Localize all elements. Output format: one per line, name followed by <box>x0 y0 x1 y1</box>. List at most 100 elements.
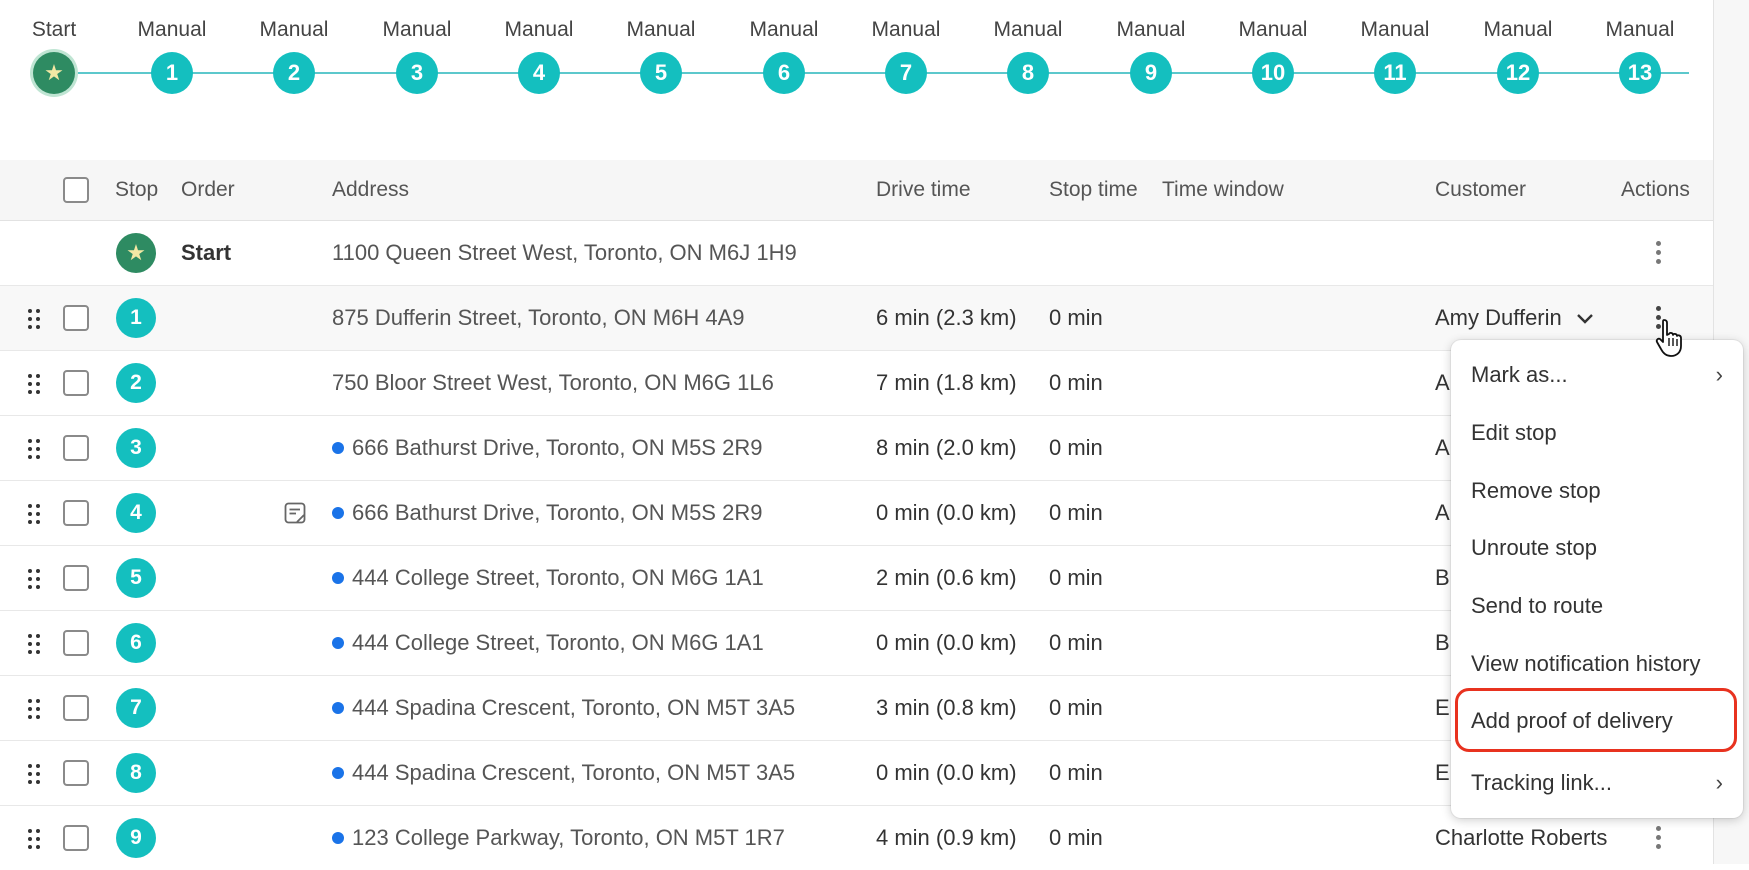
timeline-label: Manual <box>137 18 207 41</box>
note-icon[interactable] <box>284 502 306 524</box>
drag-handle-icon[interactable] <box>26 568 44 590</box>
timeline-node[interactable]: Manual 12 <box>1458 0 1578 110</box>
timeline-node[interactable]: Manual 8 <box>968 0 1088 110</box>
start-label: Start <box>181 240 232 265</box>
timeline-label: Manual <box>1360 18 1430 41</box>
table-row-start[interactable]: ★ Start 1100 Queen Street West, Toronto,… <box>0 221 1713 286</box>
customer-cell[interactable]: A <box>1435 416 1450 480</box>
row-checkbox[interactable] <box>63 825 89 851</box>
timeline-badge: 7 <box>885 52 927 94</box>
timeline-label: Manual <box>749 18 819 41</box>
timeline-node[interactable]: Manual 7 <box>846 0 966 110</box>
drag-handle-icon[interactable] <box>26 633 44 655</box>
address-text: 666 Bathurst Drive, Toronto, ON M5S 2R9 <box>352 435 763 460</box>
address-text: 666 Bathurst Drive, Toronto, ON M5S 2R9 <box>352 500 763 525</box>
column-header-stop-time[interactable]: Stop time <box>1049 160 1138 220</box>
route-timeline: Start ★ Manual 1 Manual 2 Manual 3 Manua… <box>0 0 1713 160</box>
menu-item-send-to-route[interactable]: Send to route <box>1451 581 1743 631</box>
drag-handle-icon[interactable] <box>26 503 44 525</box>
timeline-node[interactable]: Manual 6 <box>724 0 844 110</box>
timeline-badge: 8 <box>1007 52 1049 94</box>
address-status-dot-icon <box>332 572 344 584</box>
column-header-order[interactable]: Order <box>181 160 235 220</box>
column-header-address[interactable]: Address <box>332 160 409 220</box>
menu-item-add-proof-of-delivery[interactable]: Add proof of delivery <box>1451 696 1743 746</box>
menu-item-tracking-link[interactable]: Tracking link... › <box>1451 758 1743 808</box>
address-status-dot-icon <box>332 832 344 844</box>
address-cell: 444 College Street, Toronto, ON M6G 1A1 <box>332 611 764 675</box>
column-header-drive-time[interactable]: Drive time <box>876 160 971 220</box>
more-actions-icon[interactable] <box>1650 823 1666 853</box>
row-checkbox[interactable] <box>63 630 89 656</box>
timeline-node[interactable]: Manual 1 <box>112 0 232 110</box>
column-header-customer[interactable]: Customer <box>1435 160 1526 220</box>
menu-item-unroute-stop[interactable]: Unroute stop <box>1451 523 1743 573</box>
timeline-label: Manual <box>993 18 1063 41</box>
drive-time-cell: 0 min (0.0 km) <box>876 760 1017 785</box>
row-checkbox[interactable] <box>63 305 89 331</box>
row-checkbox[interactable] <box>63 500 89 526</box>
address-cell: 123 College Parkway, Toronto, ON M5T 1R7 <box>332 806 785 870</box>
timeline-node[interactable]: Manual 5 <box>601 0 721 110</box>
timeline-node[interactable]: Manual 3 <box>357 0 477 110</box>
menu-item-view-notification-history[interactable]: View notification history <box>1451 639 1743 689</box>
timeline-node[interactable]: Manual 9 <box>1091 0 1211 110</box>
address-status-dot-icon <box>332 702 344 714</box>
customer-cell[interactable]: B <box>1435 611 1450 675</box>
row-checkbox[interactable] <box>63 435 89 461</box>
timeline-label: Manual <box>1116 18 1186 41</box>
address-cell: 444 Spadina Crescent, Toronto, ON M5T 3A… <box>332 741 795 805</box>
address-status-dot-icon <box>332 637 344 649</box>
drive-time-cell: 7 min (1.8 km) <box>876 370 1017 395</box>
timeline-node-start[interactable]: Start ★ <box>0 0 114 110</box>
row-actions-menu: Mark as... › Edit stop Remove stop Unrou… <box>1451 340 1743 818</box>
drag-handle-icon[interactable] <box>26 763 44 785</box>
timeline-node[interactable]: Manual 4 <box>479 0 599 110</box>
timeline-node[interactable]: Manual 13 <box>1580 0 1700 110</box>
address-status-dot-icon <box>332 442 344 454</box>
row-checkbox[interactable] <box>63 760 89 786</box>
drag-handle-icon[interactable] <box>26 438 44 460</box>
customer-cell[interactable]: A <box>1435 481 1450 545</box>
drag-handle-icon[interactable] <box>26 828 44 850</box>
drive-time-cell: 8 min (2.0 km) <box>876 435 1017 460</box>
column-header-actions: Actions <box>1621 178 1690 201</box>
drag-handle-icon[interactable] <box>26 308 44 330</box>
row-checkbox[interactable] <box>63 695 89 721</box>
timeline-label: Start <box>31 18 77 41</box>
menu-item-mark-as[interactable]: Mark as... › <box>1451 350 1743 400</box>
timeline-node[interactable]: Manual 11 <box>1335 0 1455 110</box>
timeline-badge: 9 <box>1130 52 1172 94</box>
drag-handle-icon[interactable] <box>26 698 44 720</box>
menu-item-remove-stop[interactable]: Remove stop <box>1451 466 1743 516</box>
start-star-icon: ★ <box>33 52 75 94</box>
drive-time-cell: 4 min (0.9 km) <box>876 825 1017 850</box>
timeline-label: Manual <box>1238 18 1308 41</box>
customer-cell[interactable]: E <box>1435 676 1450 740</box>
row-checkbox[interactable] <box>63 565 89 591</box>
column-header-stop[interactable]: Stop <box>115 160 158 220</box>
stop-time-cell: 0 min <box>1049 500 1103 525</box>
customer-cell[interactable]: B <box>1435 546 1450 610</box>
stop-time-cell: 0 min <box>1049 435 1103 460</box>
address-cell: 666 Bathurst Drive, Toronto, ON M5S 2R9 <box>332 481 762 545</box>
stops-table-header: Stop Order Address Drive time Stop time … <box>0 160 1713 221</box>
stop-time-cell: 0 min <box>1049 370 1103 395</box>
menu-item-edit-stop[interactable]: Edit stop <box>1451 408 1743 458</box>
customer-cell[interactable]: A <box>1435 351 1450 415</box>
select-all-checkbox[interactable] <box>63 177 89 203</box>
timeline-badge: 6 <box>763 52 805 94</box>
customer-cell[interactable]: E <box>1435 741 1450 805</box>
menu-item-label: Mark as... <box>1471 362 1568 387</box>
timeline-badge: 1 <box>151 52 193 94</box>
stop-time-cell: 0 min <box>1049 825 1103 850</box>
timeline-label: Manual <box>504 18 574 41</box>
customer-name: Amy Dufferin <box>1435 305 1562 330</box>
timeline-node[interactable]: Manual 2 <box>234 0 354 110</box>
row-checkbox[interactable] <box>63 370 89 396</box>
drag-handle-icon[interactable] <box>26 373 44 395</box>
stop-number-badge: 5 <box>116 558 156 598</box>
more-actions-icon[interactable] <box>1650 238 1666 268</box>
timeline-node[interactable]: Manual 10 <box>1213 0 1333 110</box>
column-header-time-window[interactable]: Time window <box>1162 160 1284 220</box>
